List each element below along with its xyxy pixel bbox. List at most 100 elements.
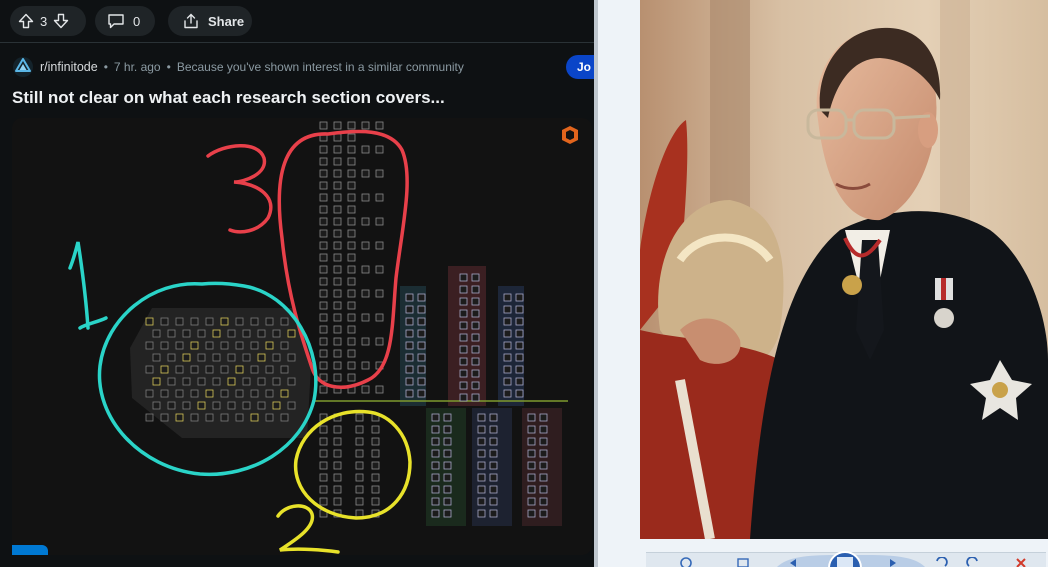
join-button[interactable]: Jo	[566, 55, 594, 79]
research-node	[197, 401, 206, 410]
zoom-icon[interactable]	[680, 556, 694, 567]
research-node	[405, 329, 414, 338]
research-node	[405, 293, 414, 302]
research-node	[527, 509, 536, 518]
research-node	[347, 205, 356, 214]
research-node	[361, 193, 370, 202]
delete-icon[interactable]	[1014, 556, 1028, 567]
research-node	[319, 313, 328, 322]
rotate-left-icon[interactable]	[934, 556, 948, 567]
research-node	[333, 121, 342, 130]
post-image[interactable]	[12, 118, 592, 555]
research-node	[333, 361, 342, 370]
research-node	[319, 217, 328, 226]
research-node	[417, 377, 426, 386]
research-node	[227, 329, 236, 338]
research-node	[503, 341, 512, 350]
research-node	[459, 273, 468, 282]
research-node	[319, 157, 328, 166]
research-node	[515, 353, 524, 362]
research-node	[503, 329, 512, 338]
research-node	[443, 485, 452, 494]
research-node	[361, 169, 370, 178]
research-node	[471, 393, 480, 402]
research-node	[347, 337, 356, 346]
research-node	[280, 317, 289, 326]
research-node	[265, 413, 274, 422]
research-node	[242, 329, 251, 338]
research-node	[515, 305, 524, 314]
comments-button[interactable]: 0	[95, 6, 155, 36]
research-node	[319, 241, 328, 250]
annotation-circle-2	[293, 409, 412, 520]
community-logo-icon[interactable]	[12, 56, 34, 78]
research-node	[371, 485, 380, 494]
research-node	[471, 357, 480, 366]
research-node	[459, 297, 468, 306]
viewed-photo[interactable]	[640, 0, 1048, 539]
research-node	[347, 121, 356, 130]
research-node	[471, 321, 480, 330]
research-node	[319, 461, 328, 470]
research-node	[477, 497, 486, 506]
research-node	[227, 401, 236, 410]
research-node	[319, 289, 328, 298]
research-node	[459, 381, 468, 390]
game-logo-icon	[562, 126, 578, 144]
research-node	[333, 473, 342, 482]
research-node	[431, 413, 440, 422]
previous-icon[interactable]	[786, 556, 800, 567]
research-node	[145, 341, 154, 350]
share-icon	[182, 13, 200, 29]
share-button[interactable]: Share	[168, 6, 252, 36]
research-node	[347, 301, 356, 310]
subreddit-link[interactable]: r/infinitode	[40, 60, 98, 74]
annotation-numeral-1	[68, 241, 108, 330]
next-icon[interactable]	[886, 556, 900, 567]
research-node	[333, 181, 342, 190]
research-node	[212, 353, 221, 362]
research-node	[471, 369, 480, 378]
research-node	[459, 369, 468, 378]
research-node	[319, 301, 328, 310]
research-node	[287, 377, 296, 386]
slideshow-icon[interactable]	[824, 551, 866, 567]
research-node	[459, 345, 468, 354]
research-node	[160, 341, 169, 350]
research-node	[371, 425, 380, 434]
research-node	[145, 317, 154, 326]
research-node	[443, 437, 452, 446]
research-node	[235, 341, 244, 350]
research-node	[443, 425, 452, 434]
upvote-icon[interactable]	[18, 13, 34, 29]
research-node	[417, 293, 426, 302]
research-node	[265, 389, 274, 398]
research-node	[242, 377, 251, 386]
rotate-right-icon[interactable]	[966, 556, 980, 567]
research-node	[347, 145, 356, 154]
research-node	[347, 349, 356, 358]
post-title[interactable]: Still not clear on what each research se…	[12, 88, 445, 108]
research-node	[167, 353, 176, 362]
research-node	[443, 461, 452, 470]
research-node	[272, 377, 281, 386]
research-node	[280, 413, 289, 422]
research-node	[167, 377, 176, 386]
research-node	[333, 241, 342, 250]
research-node	[371, 473, 380, 482]
fit-window-icon[interactable]	[736, 556, 750, 567]
research-node	[182, 377, 191, 386]
vote-count: 3	[40, 13, 48, 29]
downvote-icon[interactable]	[53, 13, 69, 29]
research-node	[489, 449, 498, 458]
comment-count: 0	[133, 13, 141, 29]
research-node	[539, 413, 548, 422]
research-node	[527, 437, 536, 446]
research-node	[431, 461, 440, 470]
research-node	[160, 389, 169, 398]
research-node	[190, 341, 199, 350]
research-node	[212, 377, 221, 386]
research-node	[333, 337, 342, 346]
research-node	[489, 485, 498, 494]
research-node	[347, 193, 356, 202]
